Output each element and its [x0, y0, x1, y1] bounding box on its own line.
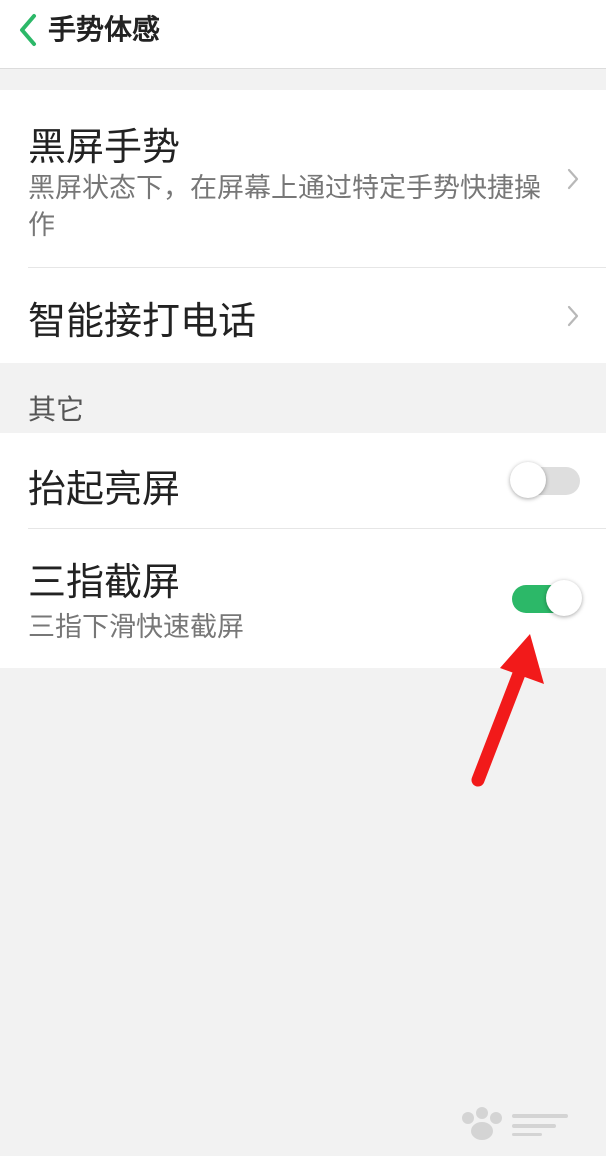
smart-call-item[interactable]: 智能接打电话: [0, 268, 606, 363]
black-screen-gesture-item[interactable]: 黑屏手势 黑屏状态下，在屏幕上通过特定手势快捷操作: [0, 90, 606, 267]
three-finger-screenshot-title: 三指截屏: [28, 560, 181, 604]
baidu-jingyan-logo-icon: [462, 1107, 568, 1140]
raise-to-wake-title: 抬起亮屏: [28, 467, 181, 511]
raise-to-wake-item: 抬起亮屏: [0, 433, 606, 528]
page-title: 手势体感: [48, 13, 161, 46]
back-button[interactable]: [14, 10, 44, 50]
settings-screen: 手势体感 黑屏手势 黑屏状态下，在屏幕上通过特定手势快捷操作 智能接打电话 其它…: [0, 0, 606, 1156]
toggle-knob: [546, 580, 582, 616]
section-label-others: 其它: [28, 393, 85, 426]
three-finger-screenshot-toggle[interactable]: [512, 580, 582, 616]
app-header: 手势体感: [0, 0, 606, 69]
chevron-right-icon: [567, 168, 579, 190]
toggle-knob: [510, 462, 546, 498]
smart-call-title: 智能接打电话: [28, 299, 257, 343]
gesture-settings-card: 黑屏手势 黑屏状态下，在屏幕上通过特定手势快捷操作 智能接打电话: [0, 90, 606, 363]
annotation-arrow-icon: [471, 634, 544, 787]
black-screen-gesture-title: 黑屏手势: [28, 125, 181, 169]
chevron-right-icon: [567, 305, 579, 327]
black-screen-gesture-subtitle: 黑屏状态下，在屏幕上通过特定手势快捷操作: [28, 173, 541, 241]
raise-to-wake-toggle[interactable]: [510, 462, 580, 498]
chevron-left-icon: [20, 14, 36, 46]
